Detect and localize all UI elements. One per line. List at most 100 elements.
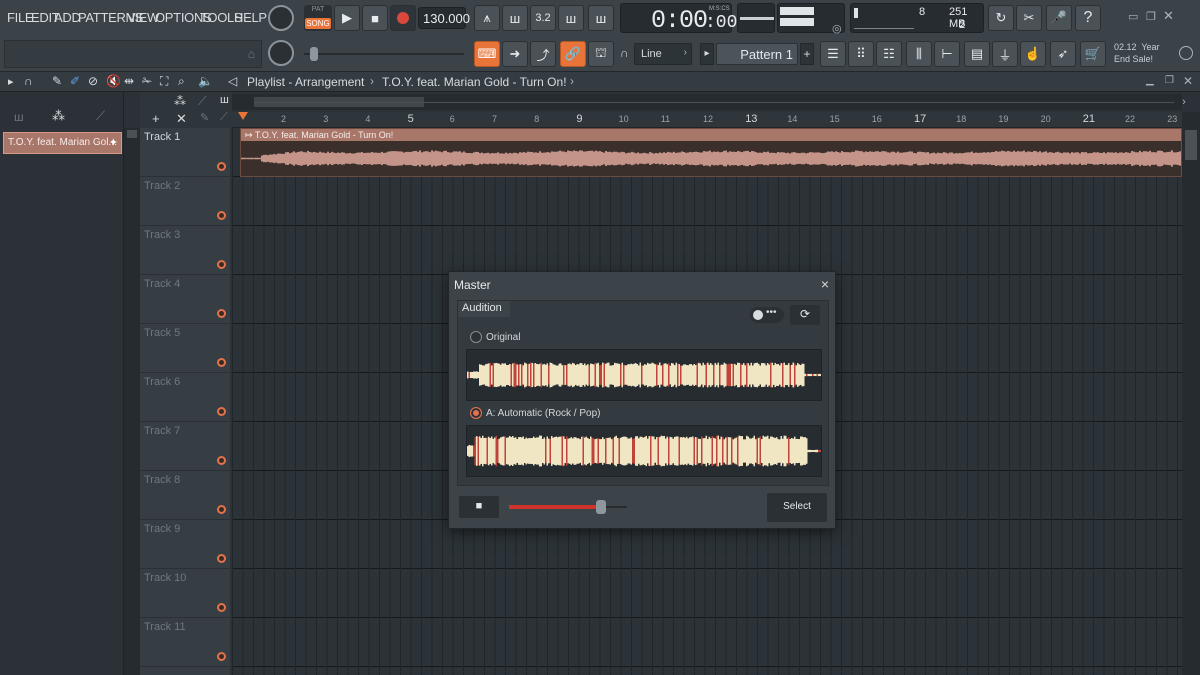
slider-handle[interactable] (310, 47, 318, 61)
playhead-marker[interactable] (238, 112, 248, 120)
select-tool-icon[interactable]: ⛶ (160, 74, 168, 89)
record-audio-button[interactable]: 🎤 (1046, 5, 1072, 31)
timeline-ruler[interactable]: 2 3 4 5 6 7 8 9 10 11 12 13 14 15 16 17 18 19 20 21 22 23 (232, 112, 1182, 128)
playlist-close-button[interactable]: ✕ (1183, 74, 1193, 88)
track-header[interactable]: Track 3 (140, 226, 230, 275)
track-mute-dot[interactable] (217, 652, 226, 661)
browser-button[interactable]: ⊢ (934, 41, 960, 67)
track-header[interactable]: Track 9 (140, 520, 230, 569)
add-pattern-button[interactable]: + (800, 43, 814, 65)
add-track-button[interactable]: + (152, 111, 160, 126)
audio-clip[interactable]: ↦ T.O.Y. feat. Marian Gold - Turn On! (240, 128, 1182, 177)
remove-track-button[interactable]: ✕ (176, 111, 187, 127)
picker-scroll-up[interactable] (127, 130, 137, 138)
track-header[interactable]: Track 8 (140, 471, 230, 520)
playlist-button[interactable]: ☰ (820, 41, 846, 67)
vertical-scroll-thumb[interactable] (1185, 130, 1197, 160)
master-pitch-slider[interactable] (304, 47, 464, 61)
help-button[interactable]: ? (1075, 5, 1101, 31)
picker-clip-item[interactable]: T.O.Y. feat. Marian Gol... ✦ (3, 132, 122, 154)
track-mute-dot[interactable] (217, 554, 226, 563)
select-button[interactable]: Select (767, 493, 827, 522)
track-header[interactable]: Track 7 (140, 422, 230, 471)
mute-tool-icon[interactable]: 🔇 (106, 74, 121, 88)
wait-input-button[interactable]: ш (502, 5, 528, 31)
speaker-tool-icon[interactable]: 🔈 (198, 74, 213, 88)
plugin-button[interactable]: ⏚ (992, 41, 1018, 67)
minimize-button[interactable]: ▭ (1128, 10, 1138, 23)
tempo-display[interactable]: 130.000 (418, 7, 470, 29)
step-advance-button[interactable]: ➜ (502, 41, 528, 67)
original-radio[interactable] (470, 331, 482, 343)
maximize-button[interactable]: ❐ (1146, 10, 1156, 23)
typing-keyboard-button[interactable]: ⌨ (474, 41, 500, 67)
track-header[interactable]: Track 5 (140, 324, 230, 373)
pattern-selector[interactable]: Pattern 1 (716, 43, 798, 65)
delete-tool-icon[interactable]: ⊘ (88, 74, 98, 88)
master-volume-knob[interactable] (268, 5, 294, 31)
track-mute-dot[interactable] (217, 162, 226, 171)
options-arrow-icon[interactable]: ▸ (8, 75, 14, 88)
audition-toggle[interactable]: ••• (750, 307, 784, 323)
globe-icon[interactable] (1179, 46, 1193, 60)
menu-file[interactable]: FILE (7, 10, 34, 25)
audition-stop-button[interactable]: ■ (459, 496, 499, 518)
countdown-button[interactable]: 3.2 (530, 5, 556, 31)
slice-tool-icon[interactable]: ✁ (142, 74, 152, 88)
touch-controller-button[interactable]: ☝ (1020, 41, 1046, 67)
track-edit-icon[interactable]: ✎ (200, 111, 209, 124)
track-header[interactable]: Track 2 (140, 177, 230, 226)
stop-button[interactable]: ■ (362, 5, 388, 31)
track-mute-dot[interactable] (217, 358, 226, 367)
slide-button[interactable]: ⤴ (530, 41, 556, 67)
paint-tool-icon[interactable]: ✐ (70, 74, 80, 88)
track-mute-dot[interactable] (217, 309, 226, 318)
stamp-button[interactable]: ⛫ (588, 41, 614, 67)
pattern-track-icon[interactable]: ш (220, 94, 229, 106)
snap-selector[interactable]: Line › (634, 43, 692, 65)
shop-button[interactable]: 🛒 (1080, 41, 1106, 67)
original-waveform-box[interactable] (466, 349, 822, 401)
track-mute-dot[interactable] (217, 456, 226, 465)
loop-record-button[interactable]: ш (588, 5, 614, 31)
track-mute-dot[interactable] (217, 260, 226, 269)
pattern-prev-button[interactable]: ▸ (700, 43, 714, 65)
auto-waveform-box[interactable] (466, 425, 822, 477)
metronome-button[interactable]: ⩚ (474, 5, 500, 31)
step-edit-button[interactable]: ш (558, 5, 584, 31)
master-pitch-knob[interactable] (268, 40, 294, 66)
record-button[interactable] (390, 5, 416, 31)
track-header[interactable]: Track 6 (140, 373, 230, 422)
volume-handle[interactable] (596, 500, 607, 514)
vertical-scrollbar[interactable]: › (1182, 96, 1200, 675)
menu-help[interactable]: HELP (234, 10, 267, 25)
track-header[interactable]: Track 4 (140, 275, 230, 324)
dialog-close-button[interactable]: × (821, 276, 829, 292)
automation-filter-icon[interactable]: ⟋ (96, 108, 105, 124)
audio-filter-icon[interactable]: ⁂ (52, 108, 65, 124)
refresh-button[interactable]: ⟳ (790, 305, 820, 325)
horizontal-scrollbar[interactable] (232, 94, 1182, 110)
draw-tool-icon[interactable]: ✎ (52, 74, 62, 88)
track-header[interactable]: Track 10 (140, 569, 230, 618)
play-button[interactable]: ▶ (334, 5, 360, 31)
channel-rack-button[interactable]: ☷ (876, 41, 902, 67)
auto-track-icon[interactable]: ⟋ (198, 94, 206, 109)
audition-volume-slider[interactable] (509, 500, 627, 514)
track-mute-dot[interactable] (217, 211, 226, 220)
link-button[interactable]: 🔗 (560, 41, 586, 67)
piano-roll-button[interactable]: ⠿ (848, 41, 874, 67)
mixer-button[interactable]: ⫼ (906, 41, 932, 67)
project-button[interactable]: ▤ (964, 41, 990, 67)
picker-scrollbar[interactable] (124, 128, 140, 675)
playlist-minimize-button[interactable]: ▁ (1146, 75, 1154, 86)
slip-tool-icon[interactable]: ⇹ (124, 74, 134, 88)
track-mute-dot[interactable] (217, 407, 226, 416)
track-header[interactable]: Track 1 (140, 128, 230, 177)
track-mute-dot[interactable] (217, 603, 226, 612)
audition-tab[interactable]: Audition (458, 301, 510, 317)
cut-button[interactable]: ✂ (1016, 5, 1042, 31)
zoom-tool-icon[interactable]: ⌕ (178, 74, 185, 89)
track-header[interactable]: Track 11 (140, 618, 230, 667)
auto-radio[interactable] (470, 407, 482, 419)
